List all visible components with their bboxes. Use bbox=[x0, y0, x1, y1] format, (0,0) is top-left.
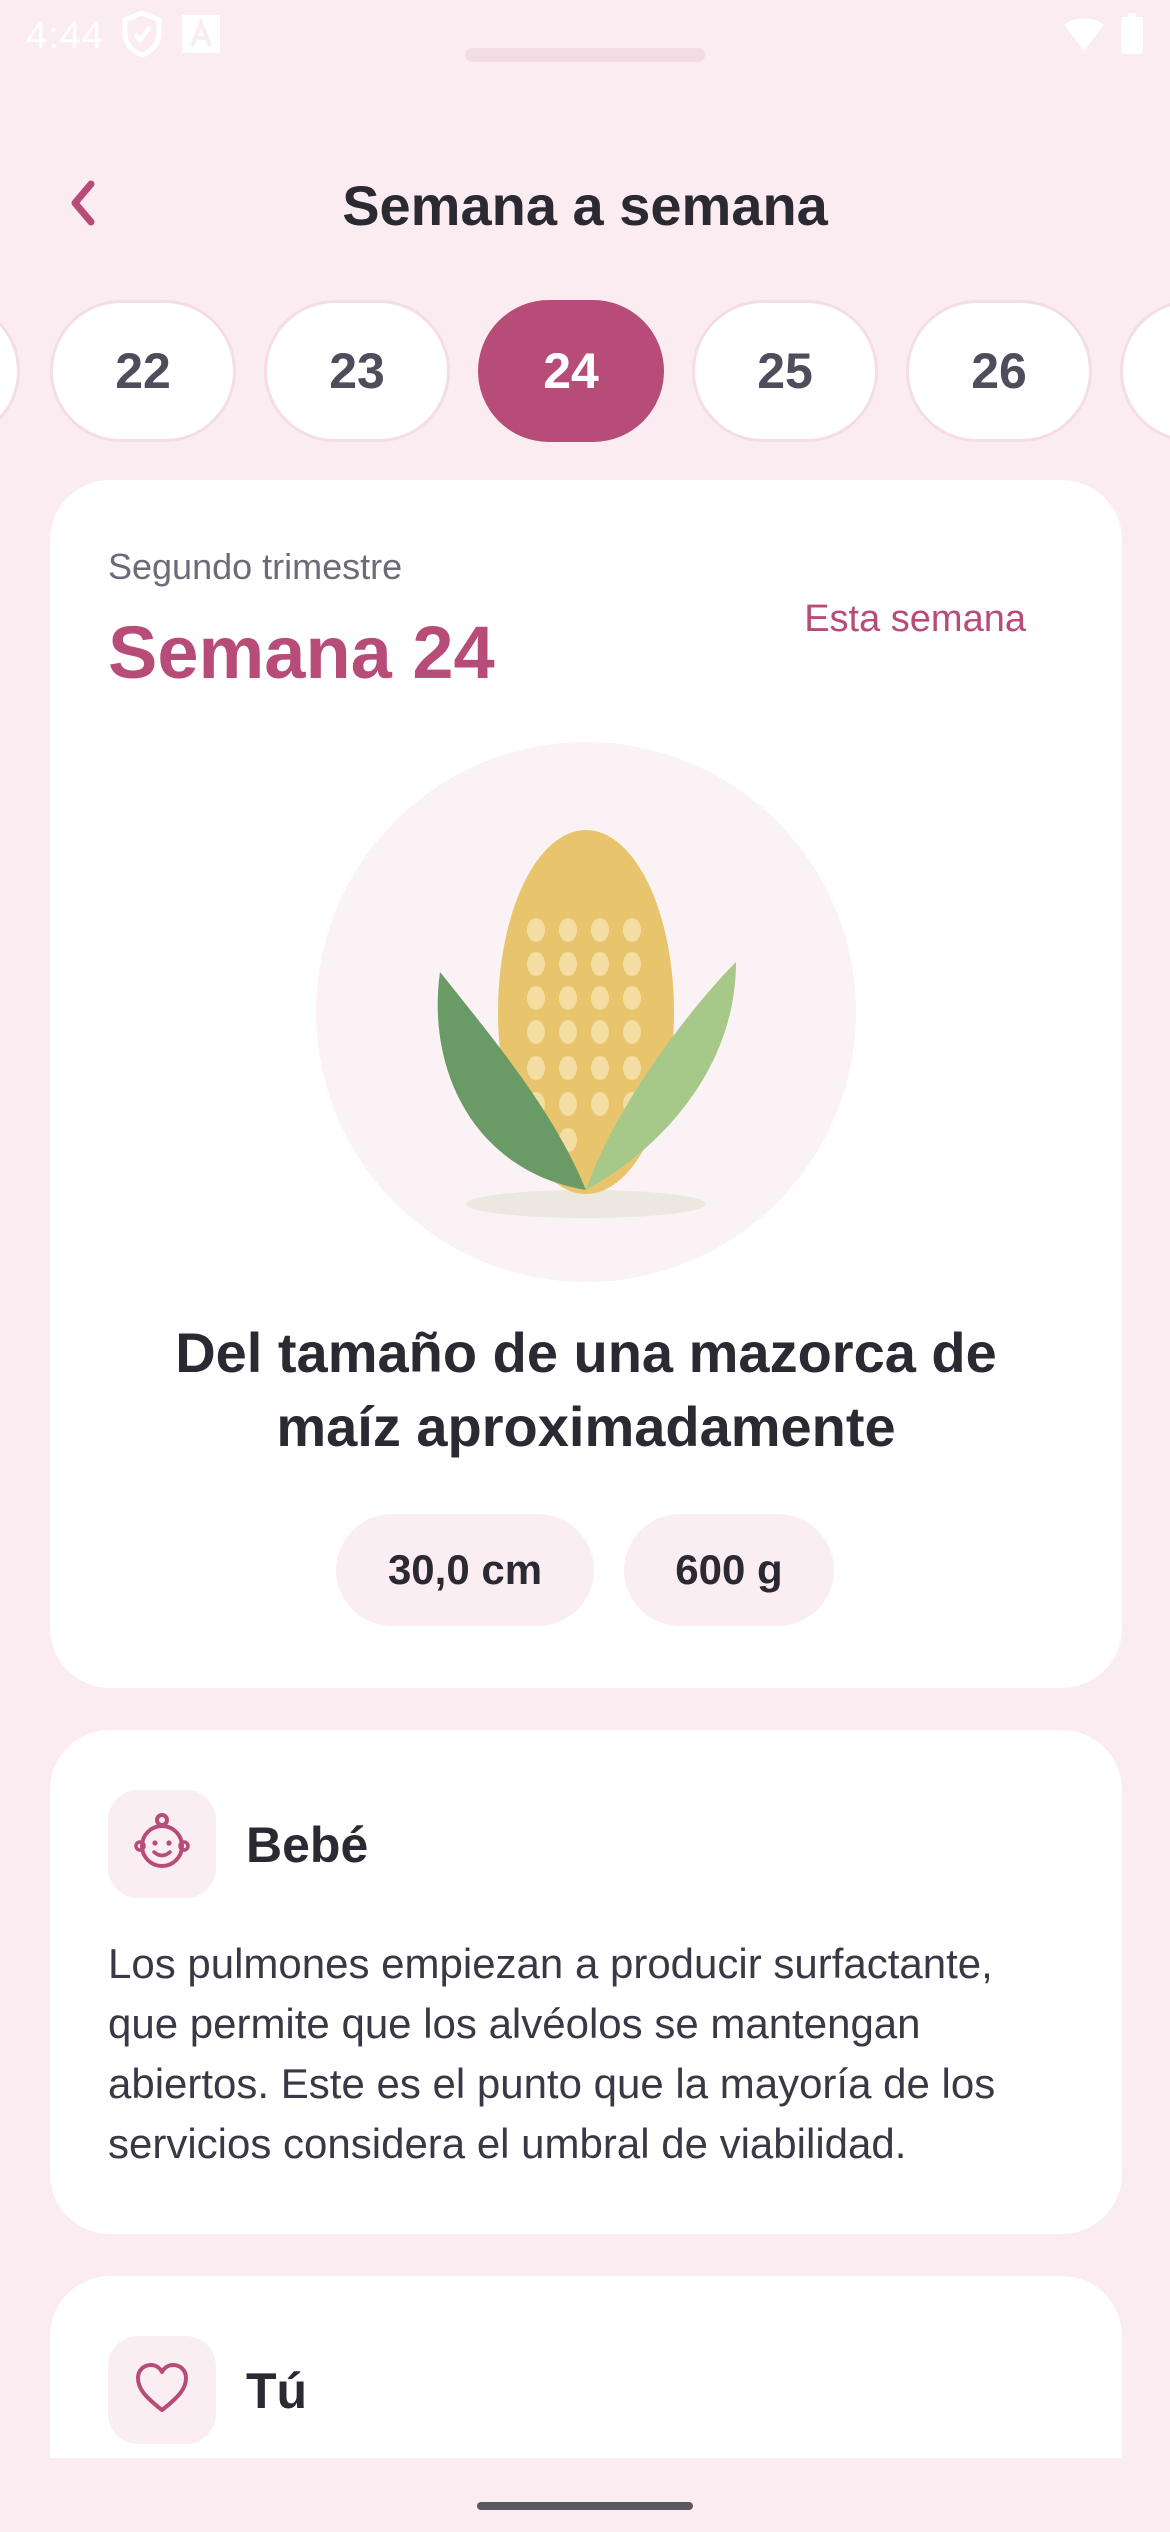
trimester-label: Segundo trimestre bbox=[108, 546, 403, 587]
week-pill-partial-right[interactable] bbox=[1120, 300, 1170, 442]
this-week-link[interactable]: Esta semana bbox=[804, 598, 1026, 641]
size-comparison-text: Del tamaño de una mazorca de maíz aproxi… bbox=[175, 1321, 997, 1458]
baby-face-icon bbox=[132, 1812, 192, 1877]
you-section-title: Tú bbox=[246, 2363, 308, 2419]
home-indicator[interactable] bbox=[477, 2502, 693, 2510]
week-pill-24-selected[interactable]: 24 bbox=[478, 300, 664, 442]
baby-section-title: Bebé bbox=[246, 1817, 369, 1873]
week-selector: 22 23 24 25 26 bbox=[0, 300, 1170, 442]
baby-section-text: Los pulmones empiezan a producir surfact… bbox=[108, 1940, 996, 2167]
week-pill-partial-left[interactable] bbox=[0, 300, 20, 442]
shield-icon bbox=[120, 9, 164, 63]
status-right bbox=[1062, 12, 1144, 60]
heart-icon-container bbox=[108, 2336, 216, 2444]
week-pill-23[interactable]: 23 bbox=[264, 300, 450, 442]
battery-icon bbox=[1120, 12, 1144, 60]
app-header: Semana a semana bbox=[0, 150, 1170, 260]
bottom-safe-area bbox=[0, 2458, 1170, 2532]
corn-icon bbox=[437, 830, 736, 1218]
status-left: 4:44 bbox=[26, 9, 222, 63]
wifi-icon bbox=[1062, 15, 1106, 58]
status-time: 4:44 bbox=[26, 14, 104, 57]
week-title: Semana 24 bbox=[108, 611, 495, 694]
baby-info-card[interactable]: Bebé Los pulmones empiezan a producir su… bbox=[50, 1730, 1122, 2234]
week-pill-26[interactable]: 26 bbox=[906, 300, 1092, 442]
heart-icon bbox=[134, 2362, 190, 2419]
week-summary-card: Segundo trimestre Semana 24 Esta semana … bbox=[50, 480, 1122, 1688]
page-title: Semana a semana bbox=[342, 173, 828, 237]
week-pill-25[interactable]: 25 bbox=[692, 300, 878, 442]
font-a-icon bbox=[180, 13, 222, 60]
length-chip: 30,0 cm bbox=[336, 1514, 594, 1626]
back-button[interactable] bbox=[50, 172, 116, 238]
top-drag-handle bbox=[465, 48, 705, 62]
week-pill-22[interactable]: 22 bbox=[50, 300, 236, 442]
baby-icon-container bbox=[108, 1790, 216, 1898]
chevron-left-icon bbox=[63, 178, 103, 233]
fruit-illustration-circle bbox=[316, 742, 856, 1282]
weight-chip: 600 g bbox=[624, 1514, 834, 1626]
